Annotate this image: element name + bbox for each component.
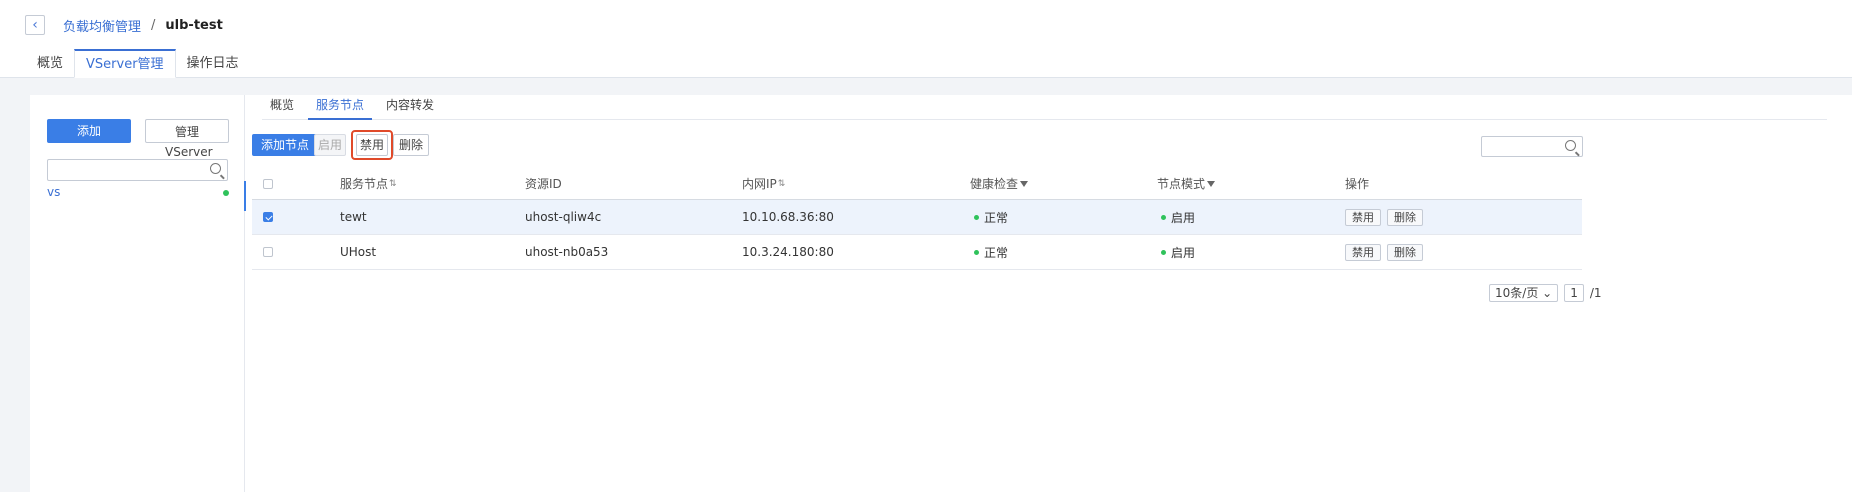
col-label: 健康检查 <box>970 177 1019 191</box>
col-private-ip[interactable]: 内网IP ⇅ <box>742 168 785 199</box>
mode-label: 启用 <box>1171 210 1196 225</box>
add-node-button[interactable]: 添加节点 <box>252 134 318 156</box>
col-label: 资源ID <box>525 177 562 191</box>
chevron-left-icon: ‹ <box>32 17 38 33</box>
breadcrumb-separator: / <box>151 18 156 33</box>
col-node-mode[interactable]: 节点模式 <box>1157 168 1216 199</box>
cell-ip: 10.10.68.36:80 <box>742 210 834 224</box>
add-vserver-button[interactable]: 添加 <box>47 119 131 143</box>
select-all-cell <box>263 168 273 199</box>
disable-button[interactable]: 禁用 <box>356 134 388 156</box>
subtab-overview[interactable]: 概览 <box>262 95 302 120</box>
row-delete-button[interactable]: 删除 <box>1387 243 1423 261</box>
search-icon[interactable] <box>1565 140 1576 151</box>
col-label: 节点模式 <box>1157 177 1206 191</box>
back-button[interactable]: ‹ <box>25 15 45 35</box>
col-label: 内网IP <box>742 177 777 191</box>
col-label: 服务节点 <box>340 177 389 191</box>
nodes-table: 服务节点 ⇅ 资源ID 内网IP ⇅ 健康检查 节点模式 操作 tewt uhost… <box>252 168 1582 270</box>
content-panel: 添加 管理 VServer vs 概览 服务节点 内容转发 添加节点 启用 禁用… <box>30 95 1852 492</box>
cell-name: UHost <box>340 245 377 259</box>
filter-icon[interactable] <box>1020 180 1029 187</box>
status-dot-icon <box>974 249 979 255</box>
breadcrumb-current: ulb-test <box>165 18 223 33</box>
cell-name: tewt <box>340 210 367 224</box>
page-size-select[interactable]: 10条/页 ⌄ <box>1489 284 1559 302</box>
cell-actions: 禁用 删除 <box>1345 200 1429 234</box>
row-disable-button[interactable]: 禁用 <box>1345 243 1381 261</box>
sidebar-item-label: vs <box>47 185 61 199</box>
col-resource-id: 资源ID <box>525 168 562 199</box>
status-dot-icon <box>974 214 979 220</box>
health-label: 正常 <box>984 245 1009 260</box>
chevron-down-icon: ⌄ <box>1542 286 1553 300</box>
cell-mode: 启用 <box>1161 235 1195 269</box>
tab-operation-log[interactable]: 操作日志 <box>176 50 250 78</box>
tab-vserver-manage[interactable]: VServer管理 <box>74 49 176 78</box>
cell-mode: 启用 <box>1161 200 1195 234</box>
cell-actions: 禁用 删除 <box>1345 235 1429 269</box>
subtab-content-forwarding[interactable]: 内容转发 <box>378 95 442 120</box>
col-service-node[interactable]: 服务节点 ⇅ <box>340 168 397 199</box>
table-row[interactable]: UHost uhost-nb0a53 10.3.24.180:80 正常 启用 … <box>252 235 1582 270</box>
table-row[interactable]: tewt uhost-qliw4c 10.10.68.36:80 正常 启用 禁… <box>252 200 1582 235</box>
node-search-input[interactable] <box>1481 136 1583 157</box>
search-icon[interactable] <box>210 163 221 174</box>
page-number-input[interactable]: 1 <box>1564 284 1584 302</box>
pagination: 10条/页 ⌄ 1 /1 <box>1489 284 1602 302</box>
sub-tabs: 概览 服务节点 内容转发 <box>262 95 1827 120</box>
manage-vserver-button[interactable]: 管理 <box>145 119 229 143</box>
cell-health: 正常 <box>974 200 1008 234</box>
row-disable-button[interactable]: 禁用 <box>1345 208 1381 226</box>
enable-button[interactable]: 启用 <box>314 134 346 156</box>
breadcrumb: 负载均衡管理 / ulb-test <box>63 16 223 35</box>
col-label: 操作 <box>1345 177 1370 191</box>
sidebar-item-vs[interactable]: vs <box>47 181 246 211</box>
cell-resource-id: uhost-qliw4c <box>525 210 602 224</box>
col-health-check[interactable]: 健康检查 <box>970 168 1029 199</box>
row-checkbox[interactable] <box>263 247 273 257</box>
active-indicator <box>244 181 246 211</box>
status-dot-icon <box>1161 249 1166 255</box>
table-header: 服务节点 ⇅ 资源ID 内网IP ⇅ 健康检查 节点模式 操作 <box>252 168 1582 200</box>
sort-icon[interactable]: ⇅ <box>389 179 397 189</box>
cell-resource-id: uhost-nb0a53 <box>525 245 609 259</box>
sort-icon[interactable]: ⇅ <box>778 179 786 189</box>
filter-icon[interactable] <box>1207 180 1216 187</box>
manage-vserver-sublabel: VServer <box>165 145 213 159</box>
tab-overview[interactable]: 概览 <box>26 50 74 78</box>
top-header: ‹ 负载均衡管理 / ulb-test 概览 VServer管理 操作日志 <box>0 0 1852 78</box>
breadcrumb-parent-link[interactable]: 负载均衡管理 <box>63 16 141 35</box>
row-checkbox[interactable] <box>263 212 273 222</box>
delete-button[interactable]: 删除 <box>393 134 429 156</box>
subtab-service-nodes[interactable]: 服务节点 <box>308 95 373 120</box>
vserver-sidebar: 添加 管理 VServer vs <box>30 95 246 492</box>
health-label: 正常 <box>984 210 1009 225</box>
cell-health: 正常 <box>974 235 1008 269</box>
status-dot-icon <box>223 190 229 196</box>
col-actions: 操作 <box>1345 168 1369 199</box>
status-dot-icon <box>1161 214 1166 220</box>
page-size-label: 10条/页 <box>1495 286 1539 300</box>
mode-label: 启用 <box>1171 245 1196 260</box>
row-select-cell <box>263 235 273 269</box>
vserver-search-input[interactable] <box>47 159 228 181</box>
row-select-cell <box>263 200 273 234</box>
cell-ip: 10.3.24.180:80 <box>742 245 834 259</box>
select-all-checkbox[interactable] <box>263 178 273 189</box>
page-total: /1 <box>1589 286 1602 300</box>
top-tabs: 概览 VServer管理 操作日志 <box>26 49 250 78</box>
row-delete-button[interactable]: 删除 <box>1387 208 1423 226</box>
